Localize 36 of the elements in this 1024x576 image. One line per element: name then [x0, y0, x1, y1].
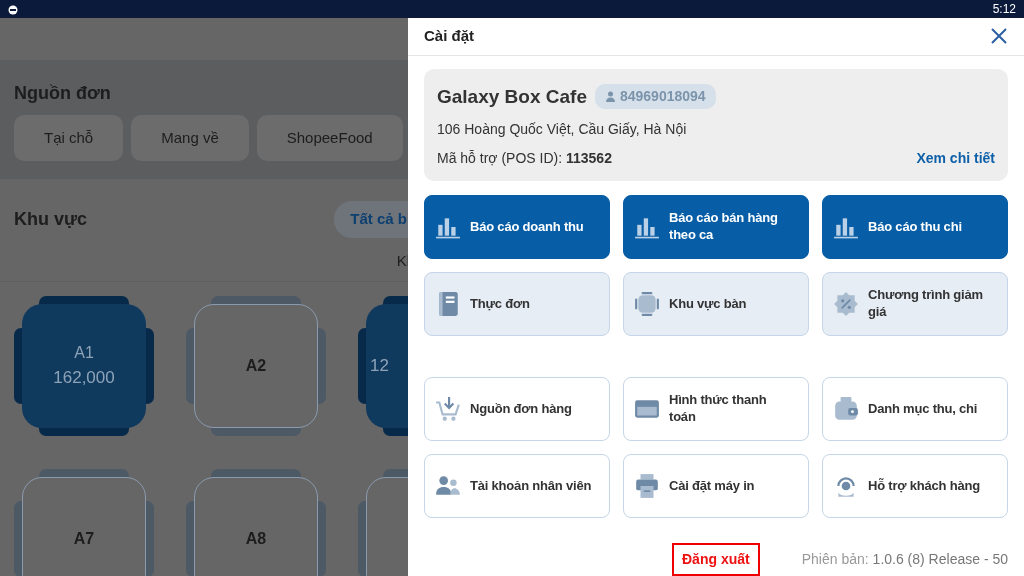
table-name: A1: [74, 342, 94, 363]
wallet-icon: [833, 396, 859, 422]
settings-tile[interactable]: Chương trình giảm giá: [822, 272, 1008, 336]
notification-icon: [8, 3, 18, 15]
settings-tile[interactable]: Danh mục thu, chi: [822, 377, 1008, 441]
clock-time: 5:12: [992, 1, 1016, 18]
version-text: Phiên bản: 1.0.6 (8) Release - 50: [801, 550, 1008, 569]
table-icon: [634, 291, 660, 317]
settings-tile[interactable]: Nguồn đơn hàng: [424, 377, 610, 441]
settings-tile[interactable]: Tài khoản nhân viên: [424, 454, 610, 518]
settings-tile[interactable]: Báo cáo thu chi: [822, 195, 1008, 259]
store-name: Galaxy Box Cafe: [437, 84, 587, 109]
table-amount: 162,000: [53, 366, 115, 389]
settings-tile[interactable]: Hình thức thanh toán: [623, 377, 809, 441]
section-title: Khu vực: [14, 207, 88, 231]
logout-button[interactable]: Đăng xuất: [672, 543, 760, 576]
settings-tile[interactable]: Cài đặt máy in: [623, 454, 809, 518]
table-name: A7: [73, 528, 95, 549]
printer-icon: [634, 473, 660, 499]
phone-badge: 84969018094: [594, 84, 716, 110]
discount-icon: [833, 291, 859, 317]
settings-tile[interactable]: Khu vực bàn: [623, 272, 809, 336]
close-icon[interactable]: [990, 27, 1008, 46]
cart-icon: [435, 396, 461, 422]
table-amount: 12: [370, 354, 389, 377]
store-address: 106 Hoàng Quốc Việt, Cầu Giấy, Hà Nội: [437, 120, 688, 139]
table-name: A8: [245, 528, 267, 549]
panel-title: Cài đặt: [424, 26, 474, 46]
settings-tile[interactable]: Thực đơn: [424, 272, 610, 336]
support-id: Mã hỗ trợ (POS ID): 113562: [437, 149, 612, 168]
settings-tile[interactable]: Báo cáo bán hàng theo ca: [623, 195, 809, 259]
section-title: Nguồn đơn: [14, 82, 112, 105]
table-name: A2: [245, 355, 267, 376]
settings-tile[interactable]: Hỗ trợ khách hàng: [822, 454, 1008, 518]
details-link[interactable]: Xem chi tiết: [916, 148, 995, 169]
settings-tile[interactable]: Báo cáo doanh thu: [424, 195, 610, 259]
